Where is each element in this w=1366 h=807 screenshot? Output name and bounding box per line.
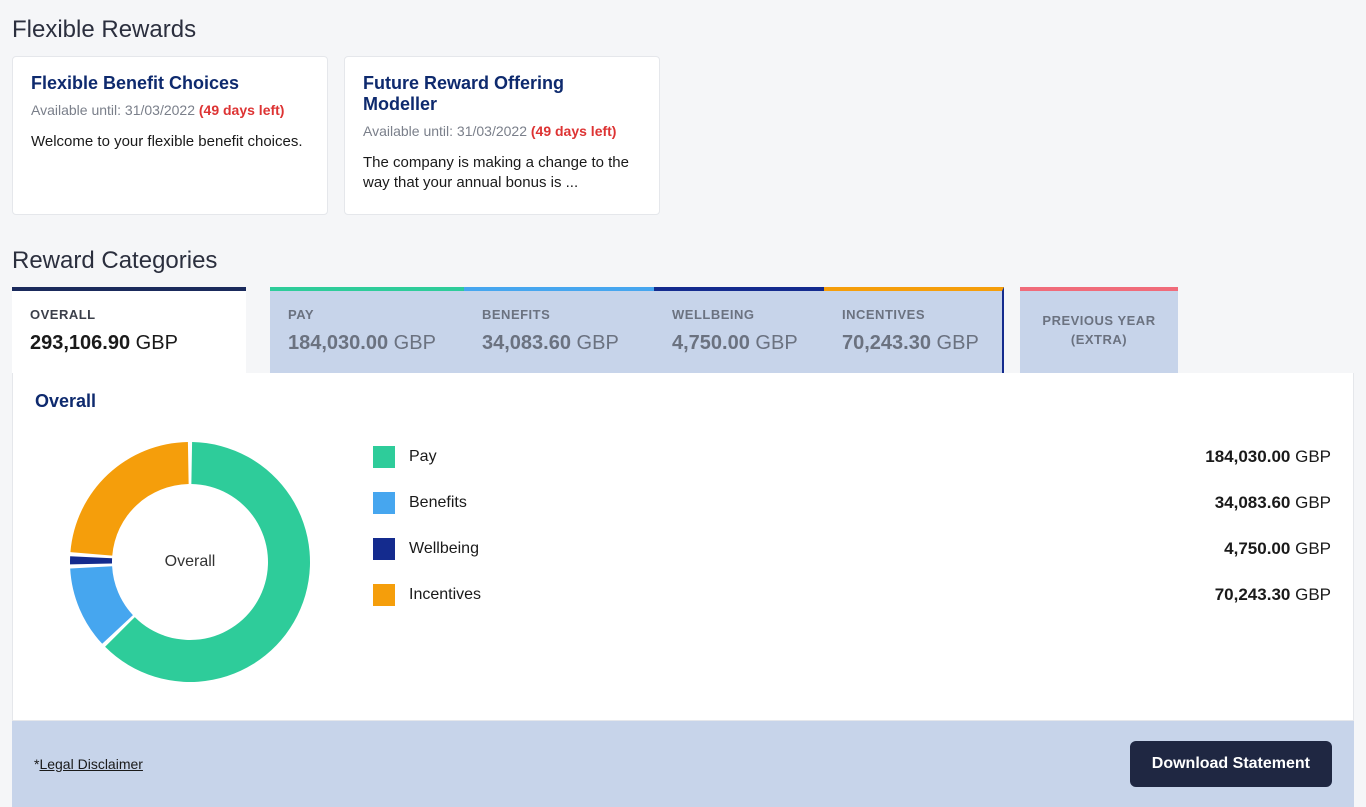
reward-categories-section: Reward Categories OVERALL 293,106.90 GBP… (12, 247, 1354, 807)
donut-slice-wellbeing (70, 556, 112, 564)
legend-row-pay: Pay 184,030.00 GBP (373, 434, 1331, 480)
tab-label: WELLBEING (672, 307, 806, 322)
tab-value: 184,030.00 GBP (288, 332, 446, 355)
legend-row-benefits: Benefits 34,083.60 GBP (373, 480, 1331, 526)
tab-label: INCENTIVES (842, 307, 984, 322)
legend-left: Incentives (373, 584, 481, 606)
tab-currency: GBP (937, 332, 979, 354)
card-subtitle: Available until: 31/03/2022 (49 days lef… (31, 102, 309, 118)
legend-value: 70,243.30 GBP (1215, 585, 1331, 605)
legend-name: Pay (409, 448, 437, 466)
legend-amount: 34,083.60 (1215, 493, 1291, 512)
legend-currency: GBP (1295, 539, 1331, 558)
card-available-text: Available until: 31/03/2022 (363, 123, 527, 139)
swatch-icon (373, 492, 395, 514)
legend-left: Pay (373, 446, 437, 468)
legend-value: 4,750.00 GBP (1224, 539, 1331, 559)
card-subtitle: Available until: 31/03/2022 (49 days lef… (363, 123, 641, 139)
tab-value: 4,750.00 GBP (672, 332, 806, 355)
legend-left: Benefits (373, 492, 467, 514)
tab-label: PREVIOUS YEAR (EXTRA) (1038, 312, 1160, 348)
reward-categories-title: Reward Categories (12, 247, 1354, 275)
card-description: The company is making a change to the wa… (363, 153, 641, 194)
legend-table: Pay 184,030.00 GBP Benefits 34,083.60 GB… (373, 434, 1331, 618)
tab-benefits[interactable]: BENEFITS 34,083.60 GBP (464, 287, 654, 373)
swatch-icon (373, 446, 395, 468)
legend-amount: 4,750.00 (1224, 539, 1290, 558)
card-days-left: (49 days left) (531, 123, 617, 139)
tab-currency: GBP (755, 332, 797, 354)
legend-name: Wellbeing (409, 540, 479, 558)
flexible-rewards-section: Flexible Rewards Flexible Benefit Choice… (12, 16, 1354, 215)
legend-row-incentives: Incentives 70,243.30 GBP (373, 572, 1331, 618)
overview-panel: Overall Overall Pay 184,030.00 GBP (12, 373, 1354, 721)
panel-footer: *Legal Disclaimer Download Statement (12, 721, 1354, 807)
card-description: Welcome to your flexible benefit choices… (31, 132, 309, 152)
legend-row-wellbeing: Wellbeing 4,750.00 GBP (373, 526, 1331, 572)
donut-slice-incentives (70, 442, 188, 556)
legend-amount: 70,243.30 (1215, 585, 1291, 604)
tab-value: 293,106.90 GBP (30, 332, 228, 355)
card-title: Future Reward Offering Modeller (363, 73, 641, 115)
tab-amount: 70,243.30 (842, 332, 931, 354)
tab-value: 34,083.60 GBP (482, 332, 636, 355)
legend-currency: GBP (1295, 447, 1331, 466)
swatch-icon (373, 584, 395, 606)
legend-value: 184,030.00 GBP (1205, 447, 1331, 467)
tab-currency: GBP (394, 332, 436, 354)
tab-label: BENEFITS (482, 307, 636, 322)
tab-previous-year[interactable]: PREVIOUS YEAR (EXTRA) (1020, 287, 1178, 373)
tab-currency: GBP (577, 332, 619, 354)
card-days-left: (49 days left) (199, 102, 285, 118)
card-future-reward-modeller[interactable]: Future Reward Offering Modeller Availabl… (344, 56, 660, 215)
swatch-icon (373, 538, 395, 560)
card-available-text: Available until: 31/03/2022 (31, 102, 195, 118)
legal-link[interactable]: Legal Disclaimer (39, 756, 142, 772)
tab-label: PAY (288, 307, 446, 322)
flexible-rewards-title: Flexible Rewards (12, 16, 1354, 44)
tab-amount: 184,030.00 (288, 332, 388, 354)
panel-heading: Overall (35, 391, 1331, 412)
tab-label: OVERALL (30, 307, 228, 322)
legal-disclaimer: *Legal Disclaimer (34, 756, 143, 772)
category-tabs: OVERALL 293,106.90 GBP PAY 184,030.00 GB… (12, 287, 1354, 373)
card-title: Flexible Benefit Choices (31, 73, 309, 94)
tab-value: 70,243.30 GBP (842, 332, 984, 355)
donut-chart: Overall (35, 422, 345, 702)
panel-body: Overall Pay 184,030.00 GBP Ben (35, 422, 1331, 702)
tab-currency: GBP (136, 332, 178, 354)
tab-overall[interactable]: OVERALL 293,106.90 GBP (12, 287, 246, 373)
card-flexible-benefit-choices[interactable]: Flexible Benefit Choices Available until… (12, 56, 328, 215)
download-statement-button[interactable]: Download Statement (1130, 741, 1332, 787)
tab-amount: 4,750.00 (672, 332, 750, 354)
tab-wellbeing[interactable]: WELLBEING 4,750.00 GBP (654, 287, 824, 373)
tab-amount: 34,083.60 (482, 332, 571, 354)
cards-row: Flexible Benefit Choices Available until… (12, 56, 1354, 215)
legend-name: Incentives (409, 586, 481, 604)
tab-incentives[interactable]: INCENTIVES 70,243.30 GBP (824, 287, 1004, 373)
legend-left: Wellbeing (373, 538, 479, 560)
legend-value: 34,083.60 GBP (1215, 493, 1331, 513)
tab-amount: 293,106.90 (30, 332, 130, 354)
legend-currency: GBP (1295, 585, 1331, 604)
legend-name: Benefits (409, 494, 467, 512)
donut-center-label: Overall (165, 553, 216, 571)
legend-amount: 184,030.00 (1205, 447, 1290, 466)
legend-currency: GBP (1295, 493, 1331, 512)
tab-pay[interactable]: PAY 184,030.00 GBP (270, 287, 464, 373)
